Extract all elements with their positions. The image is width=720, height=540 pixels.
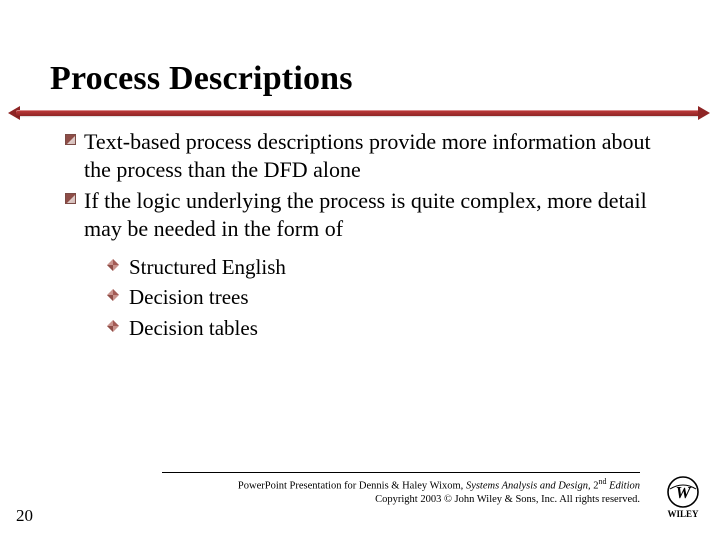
- page-number: 20: [16, 506, 33, 526]
- publisher-name: WILEY: [667, 509, 699, 519]
- sub-bullet-text: Decision tables: [129, 315, 258, 342]
- square-bullet-icon: [65, 134, 76, 145]
- arrow-right-cap-icon: [698, 106, 710, 120]
- diamond-bullet-icon: [107, 259, 119, 271]
- diamond-bullet-icon: [107, 320, 119, 332]
- bullet-level2: Decision tables: [107, 315, 670, 342]
- footer-edition-suffix: Edition: [606, 481, 640, 492]
- sub-bullet-text: Structured English: [129, 254, 286, 281]
- bullet-level1: If the logic underlying the process is q…: [65, 187, 670, 242]
- footer-credit: PowerPoint Presentation for Dennis & Hal…: [50, 477, 640, 506]
- footer-copyright: Copyright 2003 © John Wiley & Sons, Inc.…: [375, 494, 640, 505]
- publisher-logo: W WILEY: [660, 475, 706, 526]
- sub-bullet-group: Structured English Decision trees Decisi…: [107, 254, 670, 342]
- footer-prefix: PowerPoint Presentation for Dennis & Hal…: [238, 481, 466, 492]
- title-block: Process Descriptions: [50, 60, 670, 98]
- slide-title: Process Descriptions: [50, 60, 670, 98]
- bullet-level1: Text-based process descriptions provide …: [65, 128, 670, 183]
- footer: PowerPoint Presentation for Dennis & Hal…: [50, 472, 640, 506]
- wiley-logo-icon: W WILEY: [660, 475, 706, 521]
- bullet-text: Text-based process descriptions provide …: [84, 128, 670, 183]
- bullet-text: If the logic underlying the process is q…: [84, 187, 670, 242]
- diamond-bullet-icon: [107, 289, 119, 301]
- slide: Process Descriptions Text-based process …: [0, 0, 720, 540]
- square-bullet-icon: [65, 193, 76, 204]
- sub-bullet-text: Decision trees: [129, 284, 249, 311]
- slide-body: Text-based process descriptions provide …: [65, 128, 670, 342]
- title-underline-arrow: [8, 106, 710, 120]
- bullet-level2: Decision trees: [107, 284, 670, 311]
- footer-book-title: Systems Analysis and Design,: [466, 481, 593, 492]
- footer-divider: [162, 472, 640, 473]
- arrow-bar-icon: [16, 110, 702, 116]
- bullet-level2: Structured English: [107, 254, 670, 281]
